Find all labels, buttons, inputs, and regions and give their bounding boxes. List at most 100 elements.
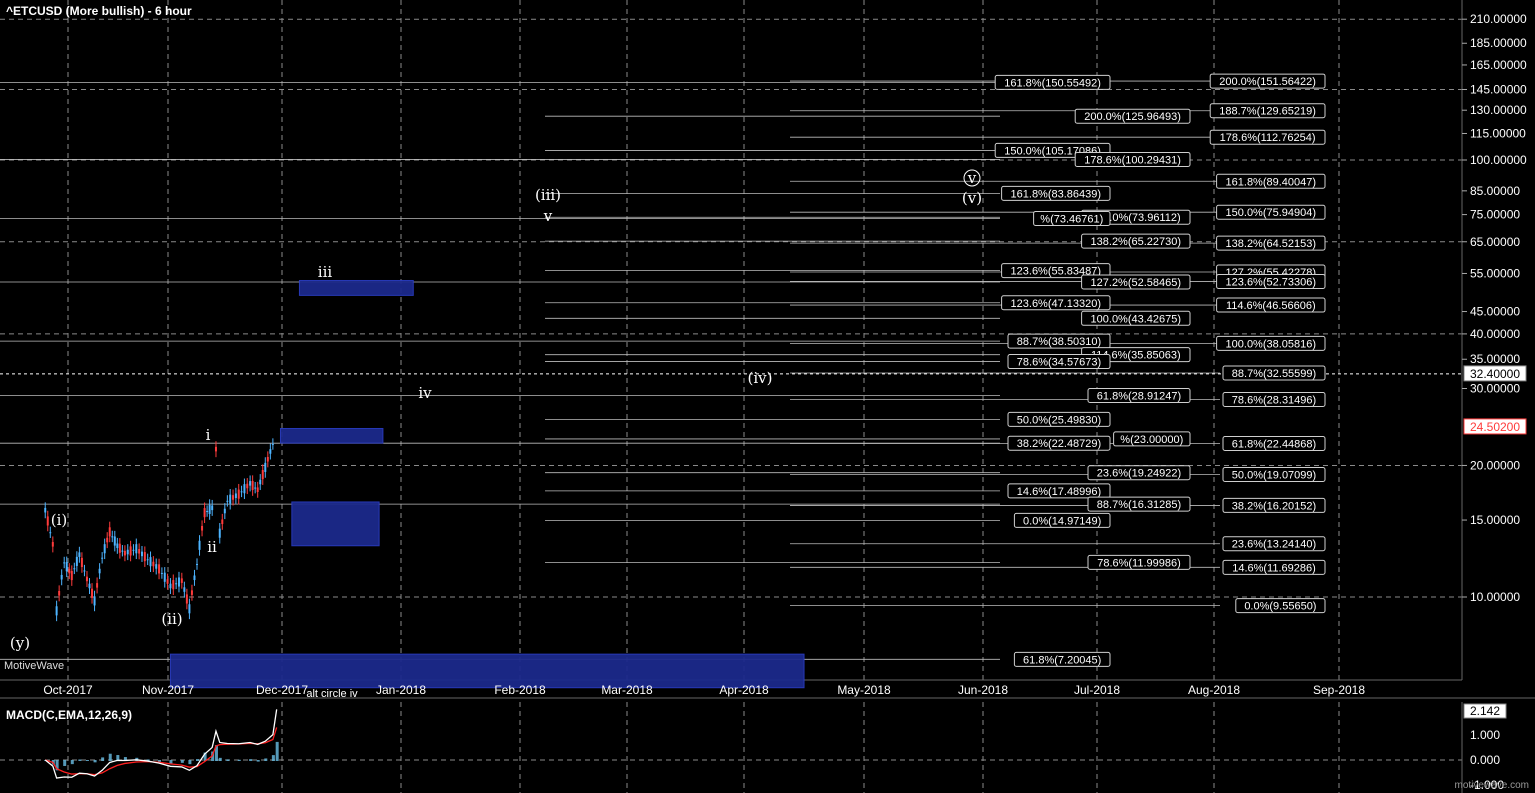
candle-body [201, 525, 204, 531]
candle-body [269, 449, 272, 454]
x-tick-label-3: Jan-2018 [376, 683, 426, 697]
macd-histogram-bar [180, 760, 184, 763]
wave-labels: iiiiiiivv(i)(ii)(iii)(iv)(v)v(y)alt circ… [10, 169, 982, 700]
candle-body [63, 562, 66, 564]
candle-body [246, 483, 249, 489]
fib-left-label-1: 200.0%(125.96493) [1074, 108, 1191, 124]
fib-left-label-12: 88.7%(38.50310) [1007, 333, 1111, 349]
candle-body [206, 510, 209, 512]
x-tick-label-4: Feb-2018 [494, 683, 546, 697]
candle-body [93, 596, 96, 606]
price-axis[interactable]: 210.00000 185.00000 165.00000 145.00000 130.… [1462, 12, 1527, 604]
y-tick-label-7: 85.00000 [1470, 184, 1520, 198]
candle-body [121, 550, 124, 552]
x-tick-label-7: May-2018 [837, 683, 891, 697]
fib-right-label-10-text: 88.7%(32.55599) [1232, 368, 1316, 380]
candle-body [46, 516, 49, 526]
fib-right-label-0-text: 200.0%(151.56422) [1219, 76, 1316, 88]
fib-right-label-7-text: 123.6%(52.73306) [1226, 276, 1317, 288]
candle-body [155, 564, 158, 569]
fib-left-label-7: 138.2%(65.22730) [1081, 233, 1191, 249]
macd-panel[interactable]: 1.0000.000-1.0002.142 [0, 702, 1507, 793]
candle-body [211, 505, 214, 511]
fib-right-label-4: 150.0%(75.94904) [1216, 204, 1326, 220]
fib-left-label-22: 0.0%(14.97149) [1013, 512, 1111, 528]
fib-right-label-7: 123.6%(52.73306) [1216, 273, 1326, 289]
macd-histogram-bar [275, 741, 279, 761]
candle-body [172, 580, 175, 590]
fib-left-label-10: 123.6%(47.13320) [1001, 295, 1111, 311]
macd-histogram-bar [237, 759, 241, 761]
candle-body [158, 564, 161, 574]
x-tick-label-11: Sep-2018 [1313, 683, 1365, 697]
fib-left-label-0: 161.8%(150.55492) [994, 74, 1111, 90]
fib-left-label-21: 88.7%(16.31285) [1087, 496, 1191, 512]
fib-left-label-6-text: %(73.46761) [1040, 214, 1103, 226]
candle-body [78, 552, 81, 557]
x-tick-label-2: Dec-2017 [256, 683, 308, 697]
fib-left-label-0-text: 161.8%(150.55492) [1004, 77, 1101, 89]
candle-body [169, 583, 172, 589]
fib-right-label-12: 61.8%(22.44868) [1222, 436, 1326, 452]
current-price-tag: 32.40000 [1463, 365, 1527, 382]
candle-body [218, 528, 221, 538]
fib-left-label-9-text: 127.2%(52.58465) [1091, 277, 1182, 289]
current-price-text: 32.40000 [1470, 367, 1520, 381]
fib-right-label-11-text: 78.6%(28.31496) [1232, 394, 1316, 406]
macd-tick-1: 1.000 [1470, 728, 1500, 742]
fib-right-label-17-text: 0.0%(9.55650) [1244, 601, 1316, 613]
fib-right-label-8-text: 114.6%(46.56606) [1226, 300, 1316, 312]
fib-right-label-2: 178.6%(112.76254) [1209, 129, 1326, 145]
fib-right-label-1-text: 188.7%(129.65219) [1219, 106, 1316, 118]
candle-body [152, 561, 155, 567]
candle-body [180, 578, 183, 583]
fib-left-label-18-text: 38.2%(22.48729) [1017, 438, 1101, 450]
chart-canvas[interactable]: iiiiiiivv(i)(ii)(iii)(iv)(v)v(y)alt circ… [0, 0, 1535, 793]
macd-histogram-bar [101, 757, 105, 761]
candle-body [166, 579, 169, 584]
wave-label: v [967, 169, 977, 187]
candle-body [198, 540, 201, 550]
macd-title: MACD(C,EMA,12,26,9) [6, 708, 133, 722]
fib-right-label-12-text: 61.8%(22.44868) [1232, 439, 1316, 451]
macd-histogram-bar [195, 759, 199, 761]
y-tick-label-10: 55.00000 [1470, 266, 1520, 280]
candle-body [264, 462, 267, 472]
candle-body [271, 443, 274, 445]
candle-body [126, 549, 129, 555]
wave-label: ii [207, 538, 217, 556]
wave-label: (ii) [161, 610, 182, 628]
fib-right-label-8: 114.6%(46.56606) [1216, 297, 1326, 313]
y-tick-label-4: 130.00000 [1470, 103, 1527, 117]
wave-label: i [206, 426, 211, 444]
fib-left-label-22-text: 0.0%(14.97149) [1023, 515, 1101, 527]
y-tick-label-13: 35.00000 [1470, 352, 1520, 366]
candle-body [83, 570, 86, 572]
macd-histogram-bar [108, 753, 112, 761]
x-tick-label-8: Jun-2018 [958, 683, 1008, 697]
candle-body [60, 574, 63, 580]
y-tick-label-14: 30.00000 [1470, 381, 1520, 395]
fib-right-label-3: 161.8%(89.40047) [1216, 173, 1326, 189]
fib-right-label-13: 50.0%(19.07099) [1222, 466, 1326, 482]
bid-price-text: 24.50200 [1470, 420, 1520, 434]
y-tick-label-1: 185.00000 [1470, 36, 1527, 50]
candle-body [132, 549, 135, 551]
candle-body [101, 557, 104, 559]
wave-label: (v) [962, 189, 982, 207]
macd-histogram-bar [63, 760, 67, 766]
fib-left-label-3: 178.6%(100.29431) [1074, 151, 1191, 167]
candle-body [55, 606, 58, 616]
macd-histogram-bar [70, 760, 74, 765]
candle-body [240, 491, 243, 493]
fib-left-label-11-text: 100.0%(43.42675) [1091, 313, 1182, 325]
candle-body [58, 590, 61, 596]
candle-body [91, 588, 94, 598]
candle-body [51, 542, 54, 547]
macd-histogram-bar [78, 759, 82, 761]
x-tick-label-6: Apr-2018 [719, 683, 769, 697]
candle-body [123, 550, 126, 556]
wave-label: (iii) [535, 186, 561, 204]
fib-left-label-16-text: 50.0%(25.49830) [1017, 414, 1101, 426]
x-tick-label-5: Mar-2018 [601, 683, 653, 697]
